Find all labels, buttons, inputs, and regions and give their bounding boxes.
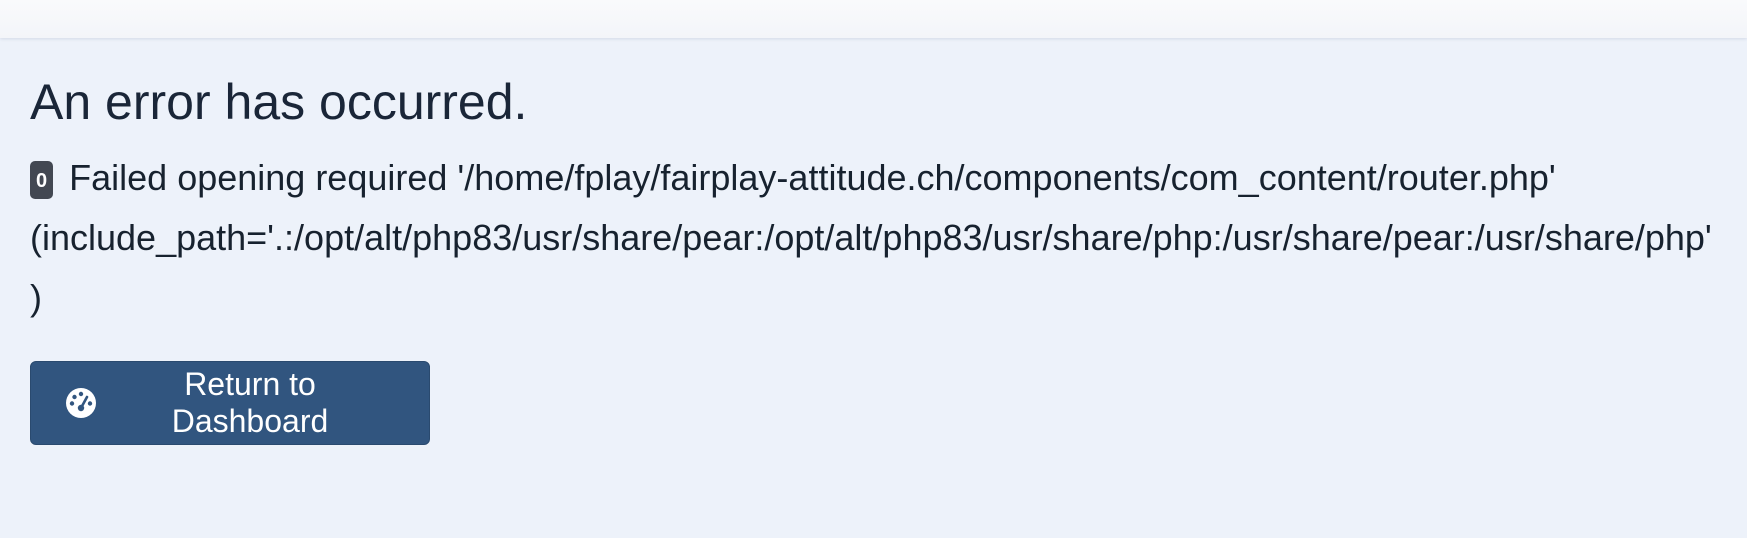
error-title: An error has occurred. (30, 74, 528, 130)
error-code-badge: 0 (30, 161, 54, 199)
error-message: 0 Failed opening required '/home/fplay/f… (30, 148, 1720, 328)
top-header-bar (0, 0, 1747, 38)
error-container: An error has occurred. 0 Failed opening … (30, 38, 1720, 445)
return-to-dashboard-button[interactable]: Return to Dashboard (30, 361, 430, 445)
dashboard-gauge-icon (65, 387, 97, 419)
error-message-text: Failed opening required '/home/fplay/fai… (30, 157, 1712, 318)
return-to-dashboard-label: Return to Dashboard (171, 366, 329, 439)
